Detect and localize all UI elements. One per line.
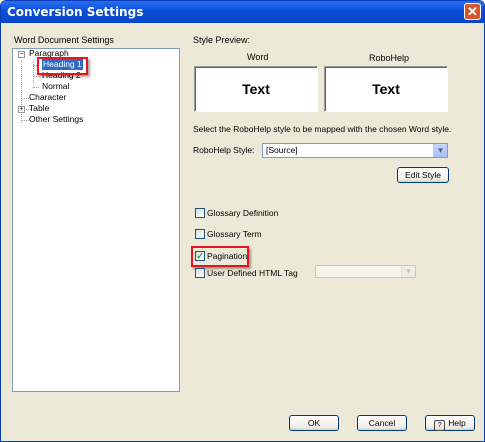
robohelp-preview-text: Text (372, 81, 400, 97)
word-document-settings-label: Word Document Settings (14, 35, 114, 45)
robohelp-style-label: RoboHelp Style: (193, 145, 255, 155)
html-tag-dropdown[interactable]: ▾ (315, 265, 416, 278)
ok-button[interactable]: OK (289, 415, 339, 431)
window-title: Conversion Settings (7, 5, 144, 19)
tree-item-normal[interactable]: Normal (42, 81, 69, 92)
highlight-box-heading-1 (37, 57, 88, 75)
glossary-term-label: Glossary Term (207, 229, 262, 239)
word-preview-label: Word (247, 52, 269, 62)
tree-line (33, 87, 39, 88)
glossary-term-checkbox[interactable] (195, 229, 205, 239)
tree-line (21, 60, 22, 123)
expand-icon[interactable]: + (18, 106, 25, 113)
tree-item-character[interactable]: Character (29, 92, 66, 103)
close-button[interactable]: ✕ (464, 3, 481, 20)
robohelp-style-preview: Text (324, 66, 448, 112)
glossary-definition-label: Glossary Definition (207, 208, 279, 218)
chevron-down-icon: ▾ (401, 266, 415, 277)
help-label: Help (448, 418, 466, 428)
user-defined-html-tag-label: User Defined HTML Tag (207, 268, 298, 278)
cancel-button[interactable]: Cancel (357, 415, 407, 431)
robohelp-style-dropdown[interactable]: [Source] ▾ (262, 143, 448, 158)
style-preview-label: Style Preview: (193, 35, 251, 45)
edit-style-button[interactable]: Edit Style (397, 167, 449, 183)
conversion-settings-dialog: Conversion Settings ✕ Word Document Sett… (0, 0, 485, 442)
word-preview-text: Text (242, 81, 270, 97)
robohelp-preview-label: RoboHelp (369, 53, 410, 63)
dialog-body: Word Document Settings − Paragraph Headi… (5, 23, 480, 437)
chevron-down-icon[interactable]: ▾ (433, 144, 447, 157)
highlight-box-pagination (191, 246, 249, 267)
tree-item-other-settings[interactable]: Other Settings (29, 114, 83, 125)
user-defined-html-tag-checkbox[interactable] (195, 268, 205, 278)
collapse-icon[interactable]: − (18, 51, 25, 58)
tree-line (33, 60, 34, 83)
tree-item-table[interactable]: Table (29, 103, 49, 114)
close-icon: ✕ (467, 4, 478, 19)
title-bar[interactable]: Conversion Settings ✕ (1, 1, 484, 23)
glossary-definition-checkbox[interactable] (195, 208, 205, 218)
word-style-preview: Text (194, 66, 318, 112)
help-button[interactable]: ? Help (425, 415, 475, 431)
help-icon: ? (434, 420, 446, 431)
tree-line (33, 76, 39, 77)
robohelp-style-value: [Source] (266, 145, 298, 155)
instruction-text: Select the RoboHelp style to be mapped w… (193, 124, 452, 134)
settings-tree[interactable]: − Paragraph Heading 1 Heading 2 Normal C… (12, 48, 180, 392)
